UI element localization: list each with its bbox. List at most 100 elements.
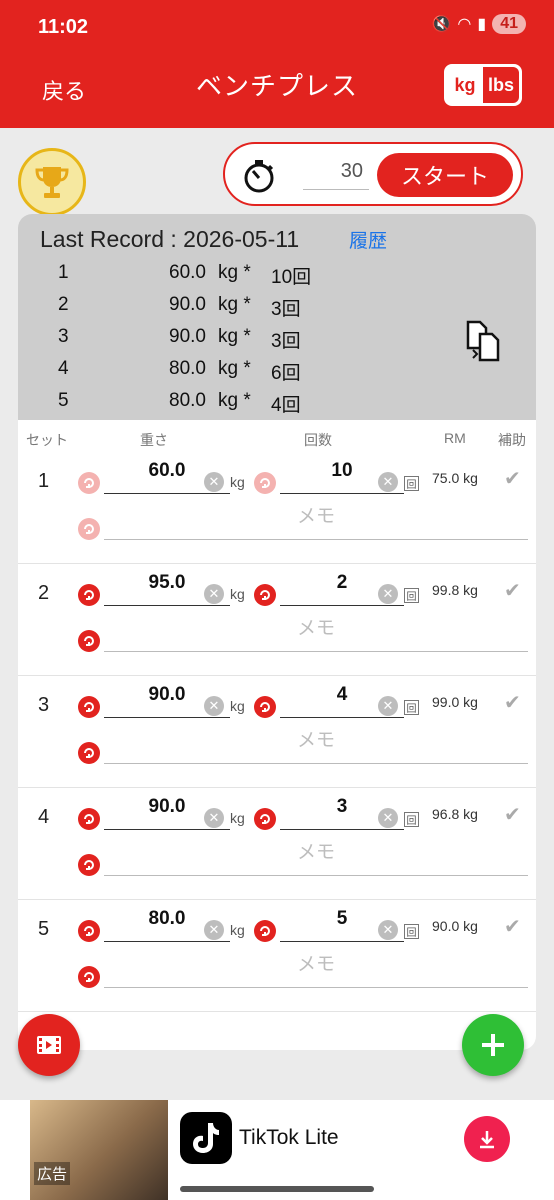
record-row: 3 90.0 kg * 3回	[18, 326, 536, 358]
record-reps: 3回	[271, 331, 301, 352]
ad-banner[interactable]: 広告 TikTok Lite	[0, 1100, 554, 1200]
rm-value: 75.0 kg	[432, 470, 478, 486]
check-icon[interactable]: ✔	[504, 466, 521, 491]
redo-icon[interactable]	[78, 584, 100, 606]
weight-unit: kg	[230, 810, 245, 826]
check-icon[interactable]: ✔	[504, 690, 521, 715]
ad-label: 広告	[34, 1162, 71, 1185]
record-unit: kg *	[218, 358, 251, 379]
check-icon[interactable]: ✔	[504, 578, 521, 603]
record-reps: 3回	[271, 299, 301, 320]
set-number: 2	[38, 582, 50, 604]
record-row: 5 80.0 kg * 4回	[18, 390, 536, 422]
rm-value: 90.0 kg	[432, 918, 478, 934]
check-icon[interactable]: ✔	[504, 802, 521, 827]
record-weight: 80.0	[169, 390, 206, 411]
plus-icon	[482, 1034, 504, 1056]
weight-unit: kg	[230, 586, 245, 602]
clear-icon[interactable]: ✕	[204, 808, 224, 828]
col-weight: 重さ	[140, 432, 168, 448]
record-weight: 60.0	[169, 262, 206, 283]
record-set-number: 5	[58, 390, 69, 411]
redo-icon[interactable]	[78, 854, 100, 876]
redo-icon[interactable]	[78, 472, 100, 494]
weight-unit: kg	[230, 922, 245, 938]
redo-icon[interactable]	[78, 742, 100, 764]
redo-icon[interactable]	[254, 472, 276, 494]
history-link[interactable]: 履歴	[349, 226, 387, 253]
record-reps: 4回	[271, 395, 301, 416]
memo-input[interactable]: メモ	[104, 614, 528, 652]
trophy-button[interactable]	[18, 148, 86, 216]
timer-seconds-input[interactable]: 30	[303, 160, 369, 190]
redo-icon[interactable]	[78, 630, 100, 652]
clear-icon[interactable]: ✕	[204, 584, 224, 604]
check-icon[interactable]: ✔	[504, 914, 521, 939]
clear-icon[interactable]: ✕	[378, 584, 398, 604]
record-row: 1 60.0 kg * 10回	[18, 262, 536, 294]
redo-icon[interactable]	[254, 584, 276, 606]
reps-unit: 回	[404, 588, 419, 603]
memo-input[interactable]: メモ	[104, 726, 528, 764]
set-number: 4	[38, 806, 50, 828]
set-row: 4 90.0 ✕ kg 3 ✕ 回 96.8 kg ✔ メモ	[18, 788, 536, 900]
redo-icon[interactable]	[78, 696, 100, 718]
wifi-icon: ◠	[457, 16, 472, 33]
clear-icon[interactable]: ✕	[204, 472, 224, 492]
redo-icon[interactable]	[254, 696, 276, 718]
video-icon	[37, 1036, 61, 1054]
clear-icon[interactable]: ✕	[204, 696, 224, 716]
tiktok-icon[interactable]	[180, 1112, 232, 1164]
download-button[interactable]	[464, 1116, 510, 1162]
nav-handle[interactable]	[180, 1186, 374, 1192]
clear-icon[interactable]: ✕	[378, 472, 398, 492]
unit-toggle[interactable]: kg lbs	[444, 64, 522, 106]
clear-icon[interactable]: ✕	[378, 696, 398, 716]
reps-unit: 回	[404, 700, 419, 715]
record-row: 4 80.0 kg * 6回	[18, 358, 536, 390]
start-button[interactable]: スタート	[377, 153, 513, 197]
unit-kg-option[interactable]: kg	[447, 67, 483, 103]
memo-input[interactable]: メモ	[104, 838, 528, 876]
record-set-number: 2	[58, 294, 69, 315]
reps-unit: 回	[404, 924, 419, 939]
redo-icon[interactable]	[78, 966, 100, 988]
redo-icon[interactable]	[78, 920, 100, 942]
set-row: 3 90.0 ✕ kg 4 ✕ 回 99.0 kg ✔ メモ	[18, 676, 536, 788]
record-set-number: 3	[58, 326, 69, 347]
stopwatch-icon[interactable]	[241, 158, 277, 194]
status-icons: 🔇 ◠ ▮ 41	[432, 14, 526, 34]
record-set-number: 4	[58, 358, 69, 379]
record-reps: 10回	[271, 267, 312, 288]
redo-icon[interactable]	[254, 808, 276, 830]
record-unit: kg *	[218, 262, 251, 283]
ad-app-name[interactable]: TikTok Lite	[239, 1126, 339, 1150]
record-weight: 90.0	[169, 326, 206, 347]
copy-icon[interactable]	[464, 320, 504, 362]
set-number: 5	[38, 918, 50, 940]
record-row: 2 90.0 kg * 3回	[18, 294, 536, 326]
ad-thumbnail[interactable]: 広告	[30, 1100, 168, 1200]
workout-panel: Last Record : 2026-05-11 履歴 1 60.0 kg * …	[18, 214, 536, 1050]
set-row: 5 80.0 ✕ kg 5 ✕ 回 90.0 kg ✔ メモ	[18, 900, 536, 1012]
record-reps: 6回	[271, 363, 301, 384]
last-record: Last Record : 2026-05-11 履歴 1 60.0 kg * …	[18, 214, 536, 420]
col-set: セット	[26, 432, 68, 448]
set-number: 1	[38, 470, 50, 492]
video-button[interactable]	[18, 1014, 80, 1076]
clear-icon[interactable]: ✕	[378, 920, 398, 940]
add-set-button[interactable]	[462, 1014, 524, 1076]
clear-icon[interactable]: ✕	[204, 920, 224, 940]
battery-level: 41	[492, 14, 526, 34]
memo-input[interactable]: メモ	[104, 502, 528, 540]
app-header: 11:02 🔇 ◠ ▮ 41 戻る ベンチプレス kg lbs	[0, 0, 554, 128]
memo-input[interactable]: メモ	[104, 950, 528, 988]
redo-icon[interactable]	[254, 920, 276, 942]
clear-icon[interactable]: ✕	[378, 808, 398, 828]
rm-value: 99.0 kg	[432, 694, 478, 710]
unit-lbs-option[interactable]: lbs	[483, 67, 519, 103]
redo-icon[interactable]	[78, 518, 100, 540]
record-unit: kg *	[218, 326, 251, 347]
record-weight: 90.0	[169, 294, 206, 315]
redo-icon[interactable]	[78, 808, 100, 830]
